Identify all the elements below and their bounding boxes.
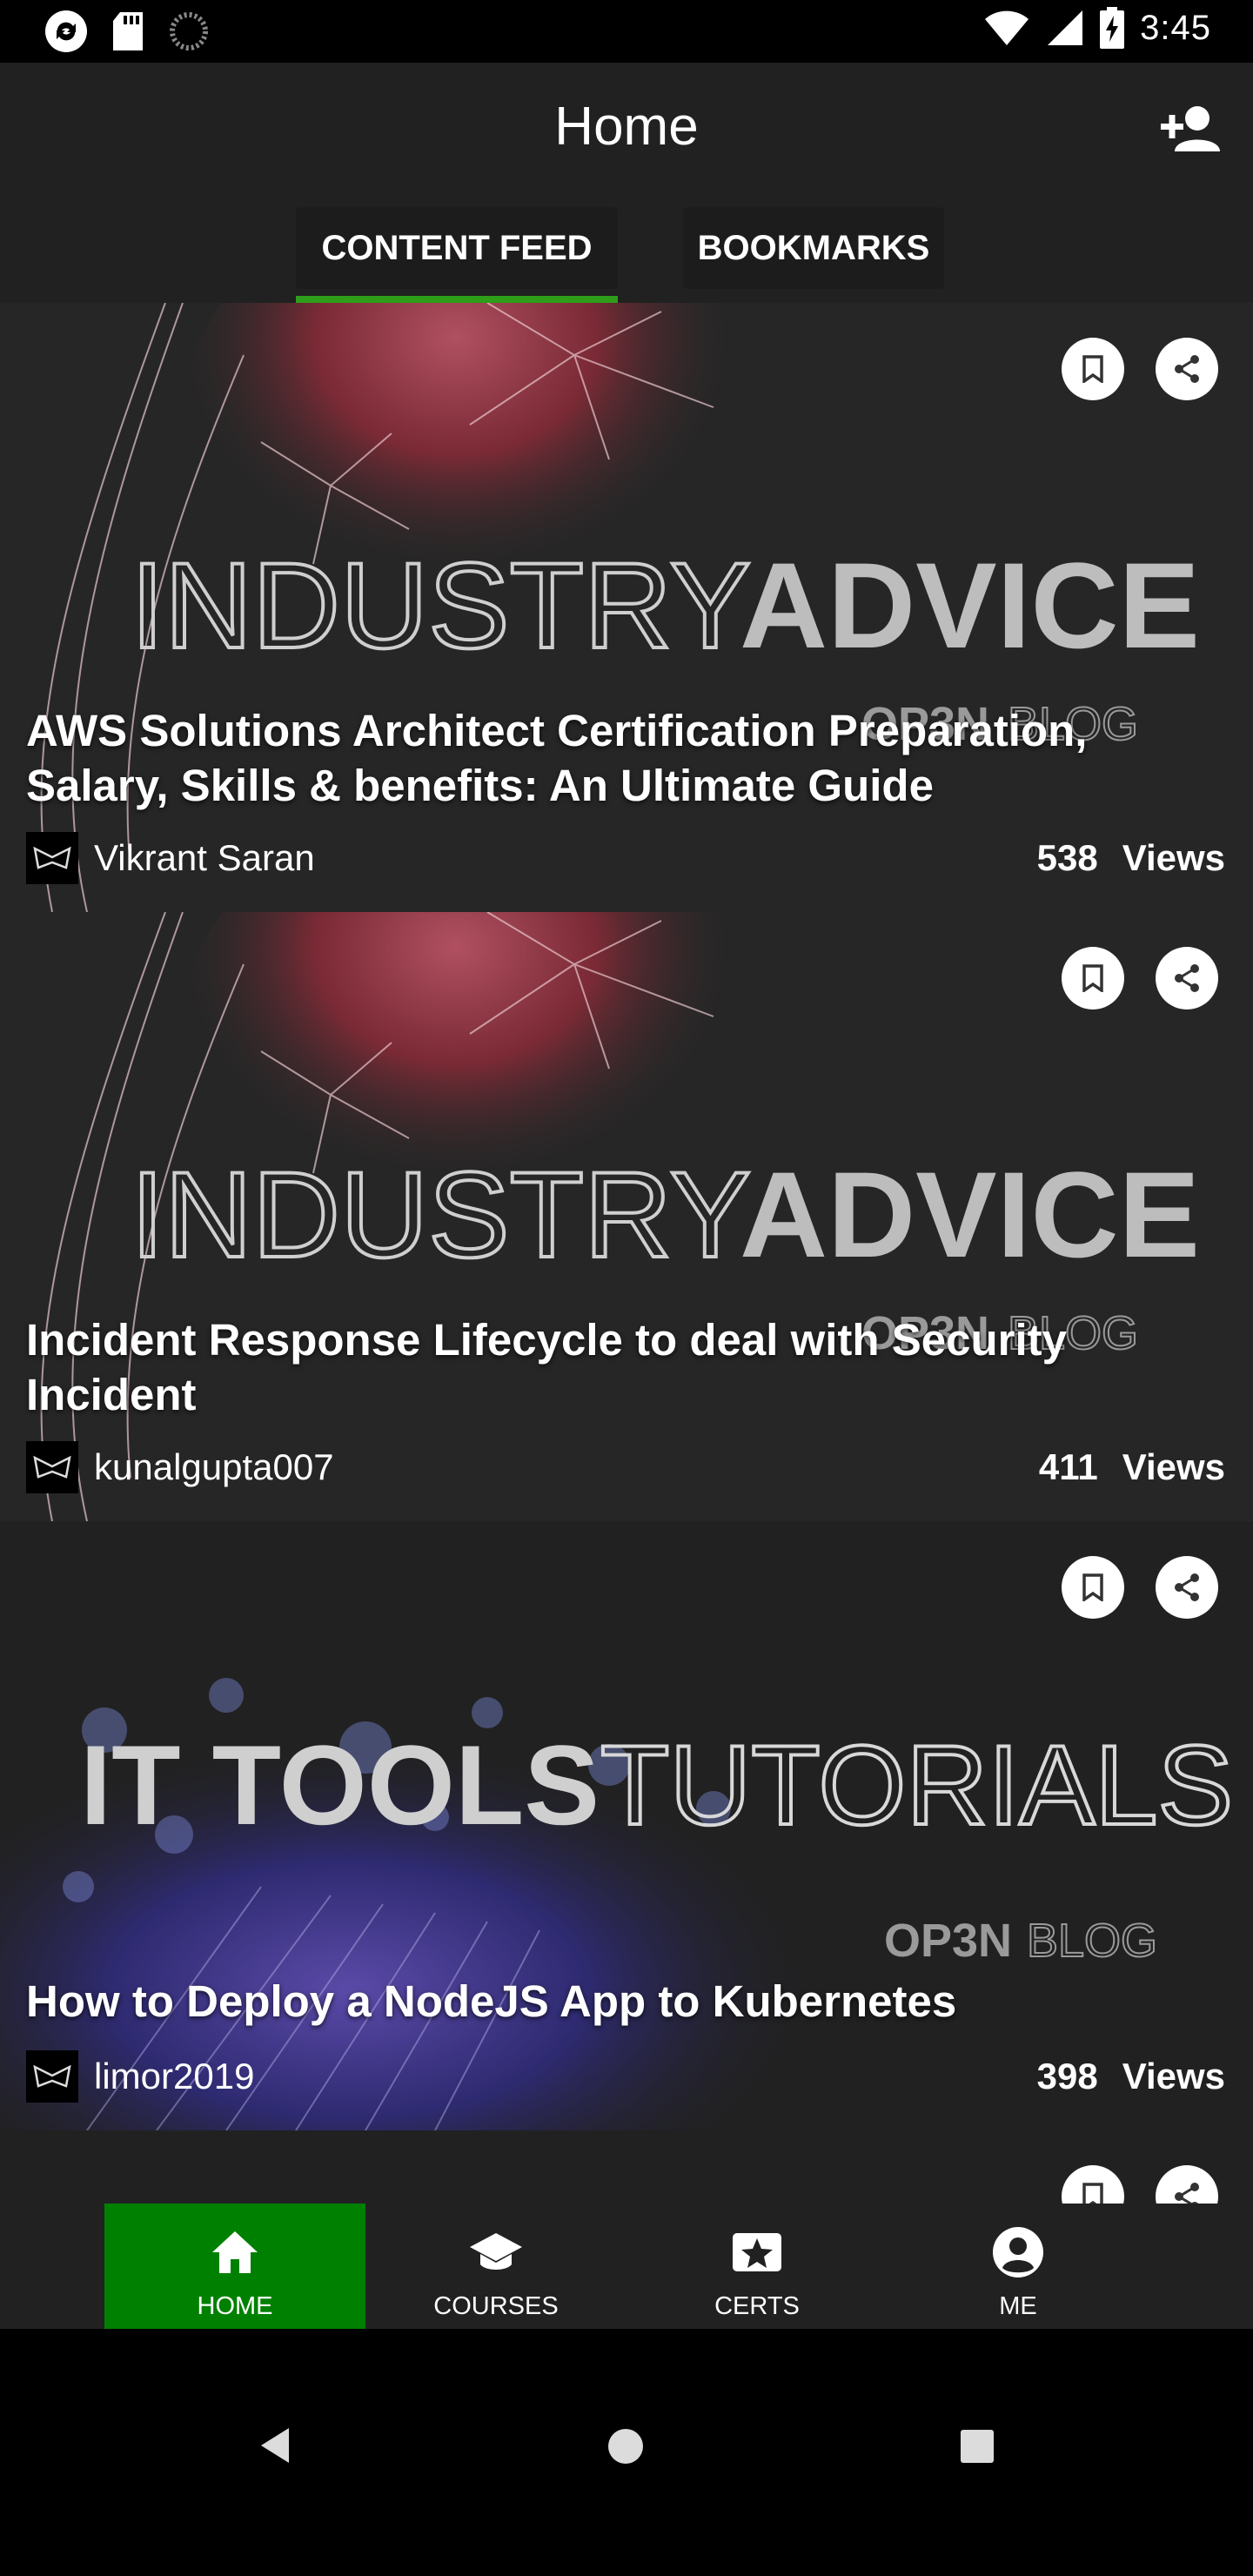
status-bar: 3:45	[0, 0, 1253, 63]
school-icon	[470, 2233, 522, 2270]
views-label: Views	[1122, 1446, 1225, 1487]
tab-indicator	[296, 296, 618, 303]
recents-icon[interactable]	[961, 2430, 994, 2463]
loading-icon	[170, 12, 208, 50]
app-bar: Home	[0, 63, 1253, 193]
author-avatar	[26, 832, 78, 884]
feed-card[interactable]: INDUSTRY ADVICE OP3N BLOG AWS Solutions …	[0, 303, 1253, 912]
author-name[interactable]: limor2019	[94, 2056, 254, 2097]
author-logo-icon	[33, 846, 71, 869]
cell-signal-icon	[1048, 10, 1083, 45]
add-friend-button[interactable]	[1157, 97, 1227, 158]
nav-home-label: HOME	[197, 2292, 273, 2320]
card-title[interactable]: How to Deploy a NodeJS App to Kubernetes	[26, 1974, 1175, 2029]
views-label: Views	[1122, 2056, 1225, 2096]
bookmark-button[interactable]	[1062, 338, 1124, 400]
card-meta: kunalgupta007 411 Views	[26, 1441, 1225, 1493]
bottom-navigation: HOME COURSES CERTS ME	[0, 2204, 1253, 2329]
share-icon	[1175, 355, 1199, 383]
bookmark-button[interactable]	[1062, 2165, 1124, 2204]
view-count: 398 Views	[1037, 2056, 1225, 2097]
bookmark-icon	[1082, 964, 1103, 992]
banner-text-outline: INDUSTRY	[131, 1146, 751, 1283]
views-number: 538	[1036, 837, 1098, 878]
bookmark-icon	[1082, 1573, 1103, 1601]
sd-card-icon	[113, 12, 143, 50]
views-number: 398	[1036, 2056, 1098, 2096]
sync-icon	[45, 10, 87, 52]
share-icon	[1175, 964, 1199, 992]
author-logo-icon	[33, 2064, 71, 2088]
view-count: 411 Views	[1039, 1446, 1225, 1488]
tab-bookmarks[interactable]: BOOKMARKS	[683, 207, 944, 289]
card-title[interactable]: AWS Solutions Architect Certification Pr…	[26, 703, 1175, 813]
bookmark-button[interactable]	[1062, 1556, 1124, 1619]
card-banner-image: INDUSTRY ADVICE OP3N BLOG	[0, 303, 1253, 912]
nav-courses-label: COURSES	[433, 2292, 559, 2320]
share-button[interactable]	[1156, 1556, 1218, 1619]
feed-card[interactable]: IT TOOLS TUTORIALS OP3N BLOG How to Depl…	[0, 1521, 1253, 2130]
author-avatar	[26, 1441, 78, 1493]
bookmark-button[interactable]	[1062, 947, 1124, 1010]
views-number: 411	[1038, 1446, 1098, 1487]
view-count: 538 Views	[1037, 837, 1225, 879]
home-circle-icon[interactable]	[607, 2428, 644, 2465]
banner-text-outline: TUTORIALS	[600, 1721, 1233, 1848]
nav-me[interactable]: ME	[888, 2204, 1149, 2329]
feed-card[interactable]: INDUSTRY ADVICE OP3N BLOG Incident Respo…	[0, 912, 1253, 1521]
nav-me-label: ME	[999, 2292, 1037, 2320]
battery-charging-icon	[1100, 7, 1125, 49]
author-name[interactable]: Vikrant Saran	[94, 837, 315, 879]
nav-courses[interactable]: COURSES	[365, 2204, 626, 2329]
author-avatar	[26, 2050, 78, 2103]
feed-card[interactable]	[0, 2130, 1253, 2204]
notification-icons	[44, 9, 209, 54]
card-banner-image: INDUSTRY ADVICE OP3N BLOG	[0, 912, 1253, 1521]
card-banner-image: IT TOOLS TUTORIALS OP3N BLOG	[0, 1521, 1253, 2130]
banner-text-solid: ADVICE	[740, 1146, 1200, 1283]
banner-text-solid: ADVICE	[740, 537, 1200, 674]
back-icon[interactable]	[258, 2426, 292, 2465]
banner-text-solid: IT TOOLS	[80, 1721, 600, 1848]
share-icon	[1175, 2183, 1199, 2204]
share-button[interactable]	[1156, 2165, 1218, 2204]
author-name[interactable]: kunalgupta007	[94, 1446, 334, 1488]
nav-home[interactable]: HOME	[104, 2204, 365, 2329]
brand-blog: BLOG	[1027, 1915, 1157, 1967]
share-button[interactable]	[1156, 338, 1218, 400]
share-button[interactable]	[1156, 947, 1218, 1010]
star-badge-icon	[733, 2233, 781, 2271]
nav-certs-label: CERTS	[714, 2292, 800, 2320]
bookmark-icon	[1082, 2183, 1103, 2204]
card-title[interactable]: Incident Response Lifecycle to deal with…	[26, 1312, 1175, 1422]
home-icon	[212, 2231, 258, 2273]
card-meta: limor2019 398 Views	[26, 2050, 1225, 2103]
person-add-icon	[1161, 106, 1220, 151]
bookmark-icon	[1082, 355, 1103, 383]
brand-op3n: OP3N	[884, 1915, 1012, 1967]
feed-tabs: CONTENT FEED BOOKMARKS	[0, 193, 1253, 303]
tab-content-feed[interactable]: CONTENT FEED	[296, 207, 618, 289]
wifi-icon	[985, 10, 1029, 45]
system-navigation-bar	[0, 2329, 1253, 2576]
banner-text-outline: INDUSTRY	[131, 537, 751, 674]
share-icon	[1175, 1573, 1199, 1601]
author-logo-icon	[33, 1455, 71, 1479]
system-status-icons: 3:45	[983, 7, 1211, 49]
clock: 3:45	[1140, 8, 1211, 47]
page-title: Home	[554, 97, 699, 157]
nav-certs[interactable]: CERTS	[626, 2204, 888, 2329]
account-circle-icon	[993, 2227, 1043, 2277]
card-meta: Vikrant Saran 538 Views	[26, 832, 1225, 884]
views-label: Views	[1122, 837, 1225, 878]
